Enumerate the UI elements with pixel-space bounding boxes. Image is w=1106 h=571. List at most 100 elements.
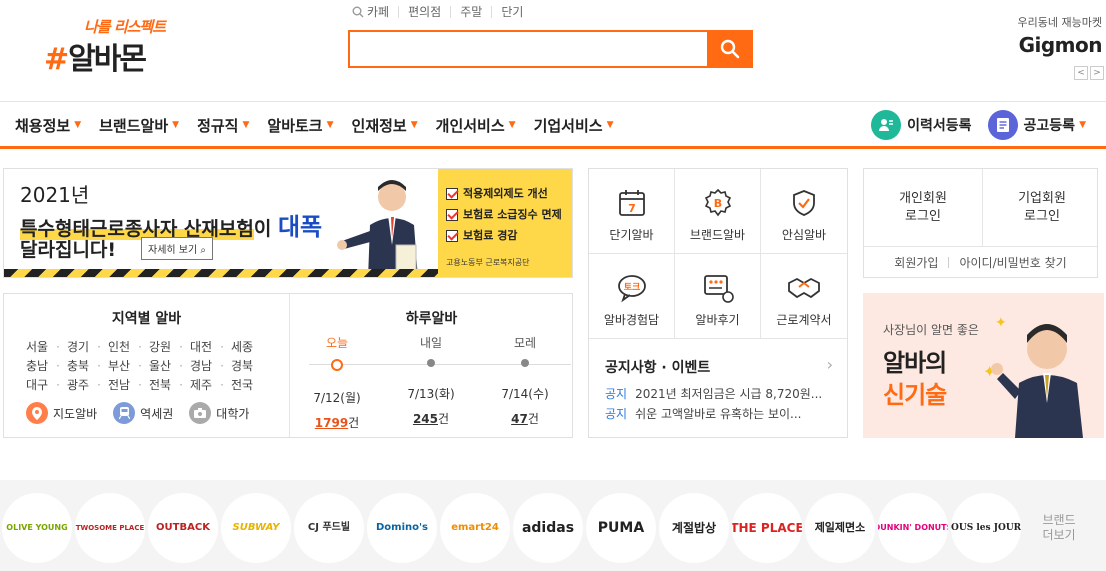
experience-stories-link[interactable]: 토크 알바경험담	[589, 254, 675, 339]
personal-login-button[interactable]: 개인회원 로그인	[864, 169, 982, 246]
nav-label: 기업서비스	[533, 116, 603, 135]
banner-checklist: 적용제외제도 개선 보험료 소급징수 면제 보험료 경감	[446, 183, 562, 246]
region-link[interactable]: 세종	[231, 338, 272, 355]
brand-logo[interactable]: OUTBACK	[148, 493, 218, 563]
find-account-link[interactable]: 아이디/비밀번호 찾기	[959, 254, 1066, 271]
subway-icon	[113, 402, 136, 424]
chevron-down-icon: ▼	[326, 120, 334, 130]
region-link[interactable]: 경북	[231, 357, 272, 374]
notice-title[interactable]: 공지사항 · 이벤트	[605, 357, 710, 377]
labor-contract-link[interactable]: 근로계약서	[761, 254, 847, 339]
resume-register-label: 이력서등록	[907, 118, 972, 134]
footer-divider	[948, 256, 950, 268]
grid-label: 브랜드알바	[689, 228, 746, 242]
brand-logo[interactable]: 계절밥상	[659, 493, 729, 563]
region-link[interactable]: 경기	[67, 338, 108, 355]
brand-logo[interactable]: Domino's	[367, 493, 437, 563]
notice-tag: 공지	[605, 407, 628, 421]
company-login-l1: 기업회원	[1018, 190, 1066, 206]
day-tomorrow[interactable]: 내일 7/13(화) 245건	[386, 334, 476, 427]
brand-logo[interactable]: SUBWAY	[221, 493, 291, 563]
review-icon	[703, 275, 734, 303]
insurance-banner[interactable]: 2021년 특수형태근로종사자 산재보험이 대폭 달라집니다! 자세히 보기 ⌕…	[3, 168, 573, 278]
next-arrow-button[interactable]: >	[1090, 66, 1104, 80]
quick-link-cafe[interactable]: 카페	[364, 6, 398, 18]
chevron-right-icon[interactable]: ›	[827, 355, 833, 374]
region-link[interactable]: 서울	[26, 338, 67, 355]
search-button[interactable]	[707, 30, 753, 68]
boss-tech-ad[interactable]: 사장님이 알면 좋은 알바의 신기술 ✦ ✦	[863, 293, 1104, 438]
region-link[interactable]: 부산	[108, 357, 149, 374]
company-login-button[interactable]: 기업회원 로그인	[983, 169, 1101, 246]
talk-text: 토크	[623, 282, 640, 293]
timeline-dot	[427, 359, 435, 367]
banner-line2-rest: 이	[253, 218, 278, 240]
region-link[interactable]: 인천	[108, 338, 149, 355]
brand-logo[interactable]: 제일제면소	[805, 493, 875, 563]
nav-item-company[interactable]: 기업서비스 ▼	[534, 115, 614, 136]
post-register-button[interactable]: 공고등록 ▼	[987, 110, 1086, 140]
region-link[interactable]: 전남	[108, 376, 149, 393]
brand-more-button[interactable]: 브랜드 더보기	[1024, 493, 1094, 563]
campus-jobs-link[interactable]: 대학가	[189, 402, 249, 424]
region-link[interactable]: 제주	[190, 376, 231, 393]
nav-label: 개인서비스	[435, 116, 505, 135]
chevron-down-icon: ▼	[508, 120, 516, 130]
brand-logo[interactable]: DUNKIN' DONUTS	[878, 493, 948, 563]
region-link[interactable]: 전북	[149, 376, 190, 393]
businessman-illustration	[337, 180, 418, 277]
personal-login-l1: 개인회원	[899, 190, 947, 206]
brand-logo[interactable]: emart24	[440, 493, 510, 563]
logo-hash: #	[44, 42, 69, 77]
nav-item-brand[interactable]: 브랜드알바 ▼	[99, 115, 179, 136]
notice-row[interactable]: 공지 쉬운 고액알바로 유혹하는 보이...	[605, 405, 835, 422]
campus-jobs-label: 대학가	[216, 406, 250, 421]
nav-item-talk[interactable]: 알바토크 ▼	[267, 115, 333, 136]
region-link[interactable]: 강원	[149, 338, 190, 355]
calendar-number: 7	[628, 202, 636, 215]
resume-register-button[interactable]: 이력서등록	[871, 110, 972, 140]
brand-logo[interactable]: CJ 푸드빌	[294, 493, 364, 563]
region-link[interactable]: 충남	[26, 357, 67, 374]
region-link[interactable]: 경남	[190, 357, 231, 374]
safe-jobs-link[interactable]: 안심알바	[761, 169, 847, 254]
nav-item-fulltime[interactable]: 정규직 ▼	[197, 115, 249, 136]
search-icon	[720, 39, 740, 59]
day-after-tomorrow[interactable]: 모레 7/14(수) 47건	[480, 334, 570, 427]
quick-link-weekend[interactable]: 주말	[450, 6, 491, 18]
notice-row[interactable]: 공지 2021년 최저임금은 시급 8,720원...	[605, 385, 835, 402]
nav-item-jobs[interactable]: 채용정보 ▼	[15, 115, 81, 136]
join-link[interactable]: 회원가입	[894, 254, 938, 271]
reviews-link[interactable]: 알바후기	[675, 254, 761, 339]
check-label: 적용제외제도 개선	[463, 187, 548, 200]
station-jobs-link[interactable]: 역세권	[113, 402, 173, 424]
nav-label: 인재정보	[351, 116, 407, 135]
search-input[interactable]	[348, 30, 707, 68]
brand-logo[interactable]: THE PLACE	[732, 493, 802, 563]
gigmon-link[interactable]: 우리동네 재능마켓 Gigmon	[1000, 14, 1103, 57]
banner-detail-button[interactable]: 자세히 보기 ⌕	[141, 237, 213, 260]
quick-link-convenience[interactable]: 편의점	[398, 6, 450, 18]
region-link[interactable]: 광주	[67, 376, 108, 393]
brand-logo[interactable]: TOUS les JOURS	[951, 493, 1021, 563]
brand-logo[interactable]: PUMA	[586, 493, 656, 563]
brand-logo[interactable]: OLIVE YOUNG	[2, 493, 72, 563]
brand-jobs-link[interactable]: B 브랜드알바	[675, 169, 761, 254]
prev-arrow-button[interactable]: <	[1074, 66, 1088, 80]
shortterm-jobs-link[interactable]: 7 단기알바	[589, 169, 675, 254]
brand-logo[interactable]: TWOSOME PLACE	[75, 493, 145, 563]
region-link[interactable]: 충북	[67, 357, 108, 374]
map-jobs-link[interactable]: 지도알바	[26, 402, 97, 424]
region-link[interactable]: 울산	[149, 357, 190, 374]
grid-label: 알바후기	[695, 313, 740, 327]
nav-item-personal[interactable]: 개인서비스 ▼	[436, 115, 516, 136]
brand-logo[interactable]: adidas	[513, 493, 583, 563]
day-count-unit: 건	[438, 412, 450, 426]
albamon-logo[interactable]: 나를 리스펙트 #알바몬	[44, 16, 174, 77]
region-link[interactable]: 전국	[231, 376, 272, 393]
quick-link-shortterm[interactable]: 단기	[491, 6, 532, 18]
region-link[interactable]: 대구	[26, 376, 67, 393]
region-link[interactable]: 대전	[190, 338, 231, 355]
nav-item-talent[interactable]: 인재정보 ▼	[352, 115, 418, 136]
day-today[interactable]: 오늘 7/12(월) 1799건	[292, 334, 382, 431]
